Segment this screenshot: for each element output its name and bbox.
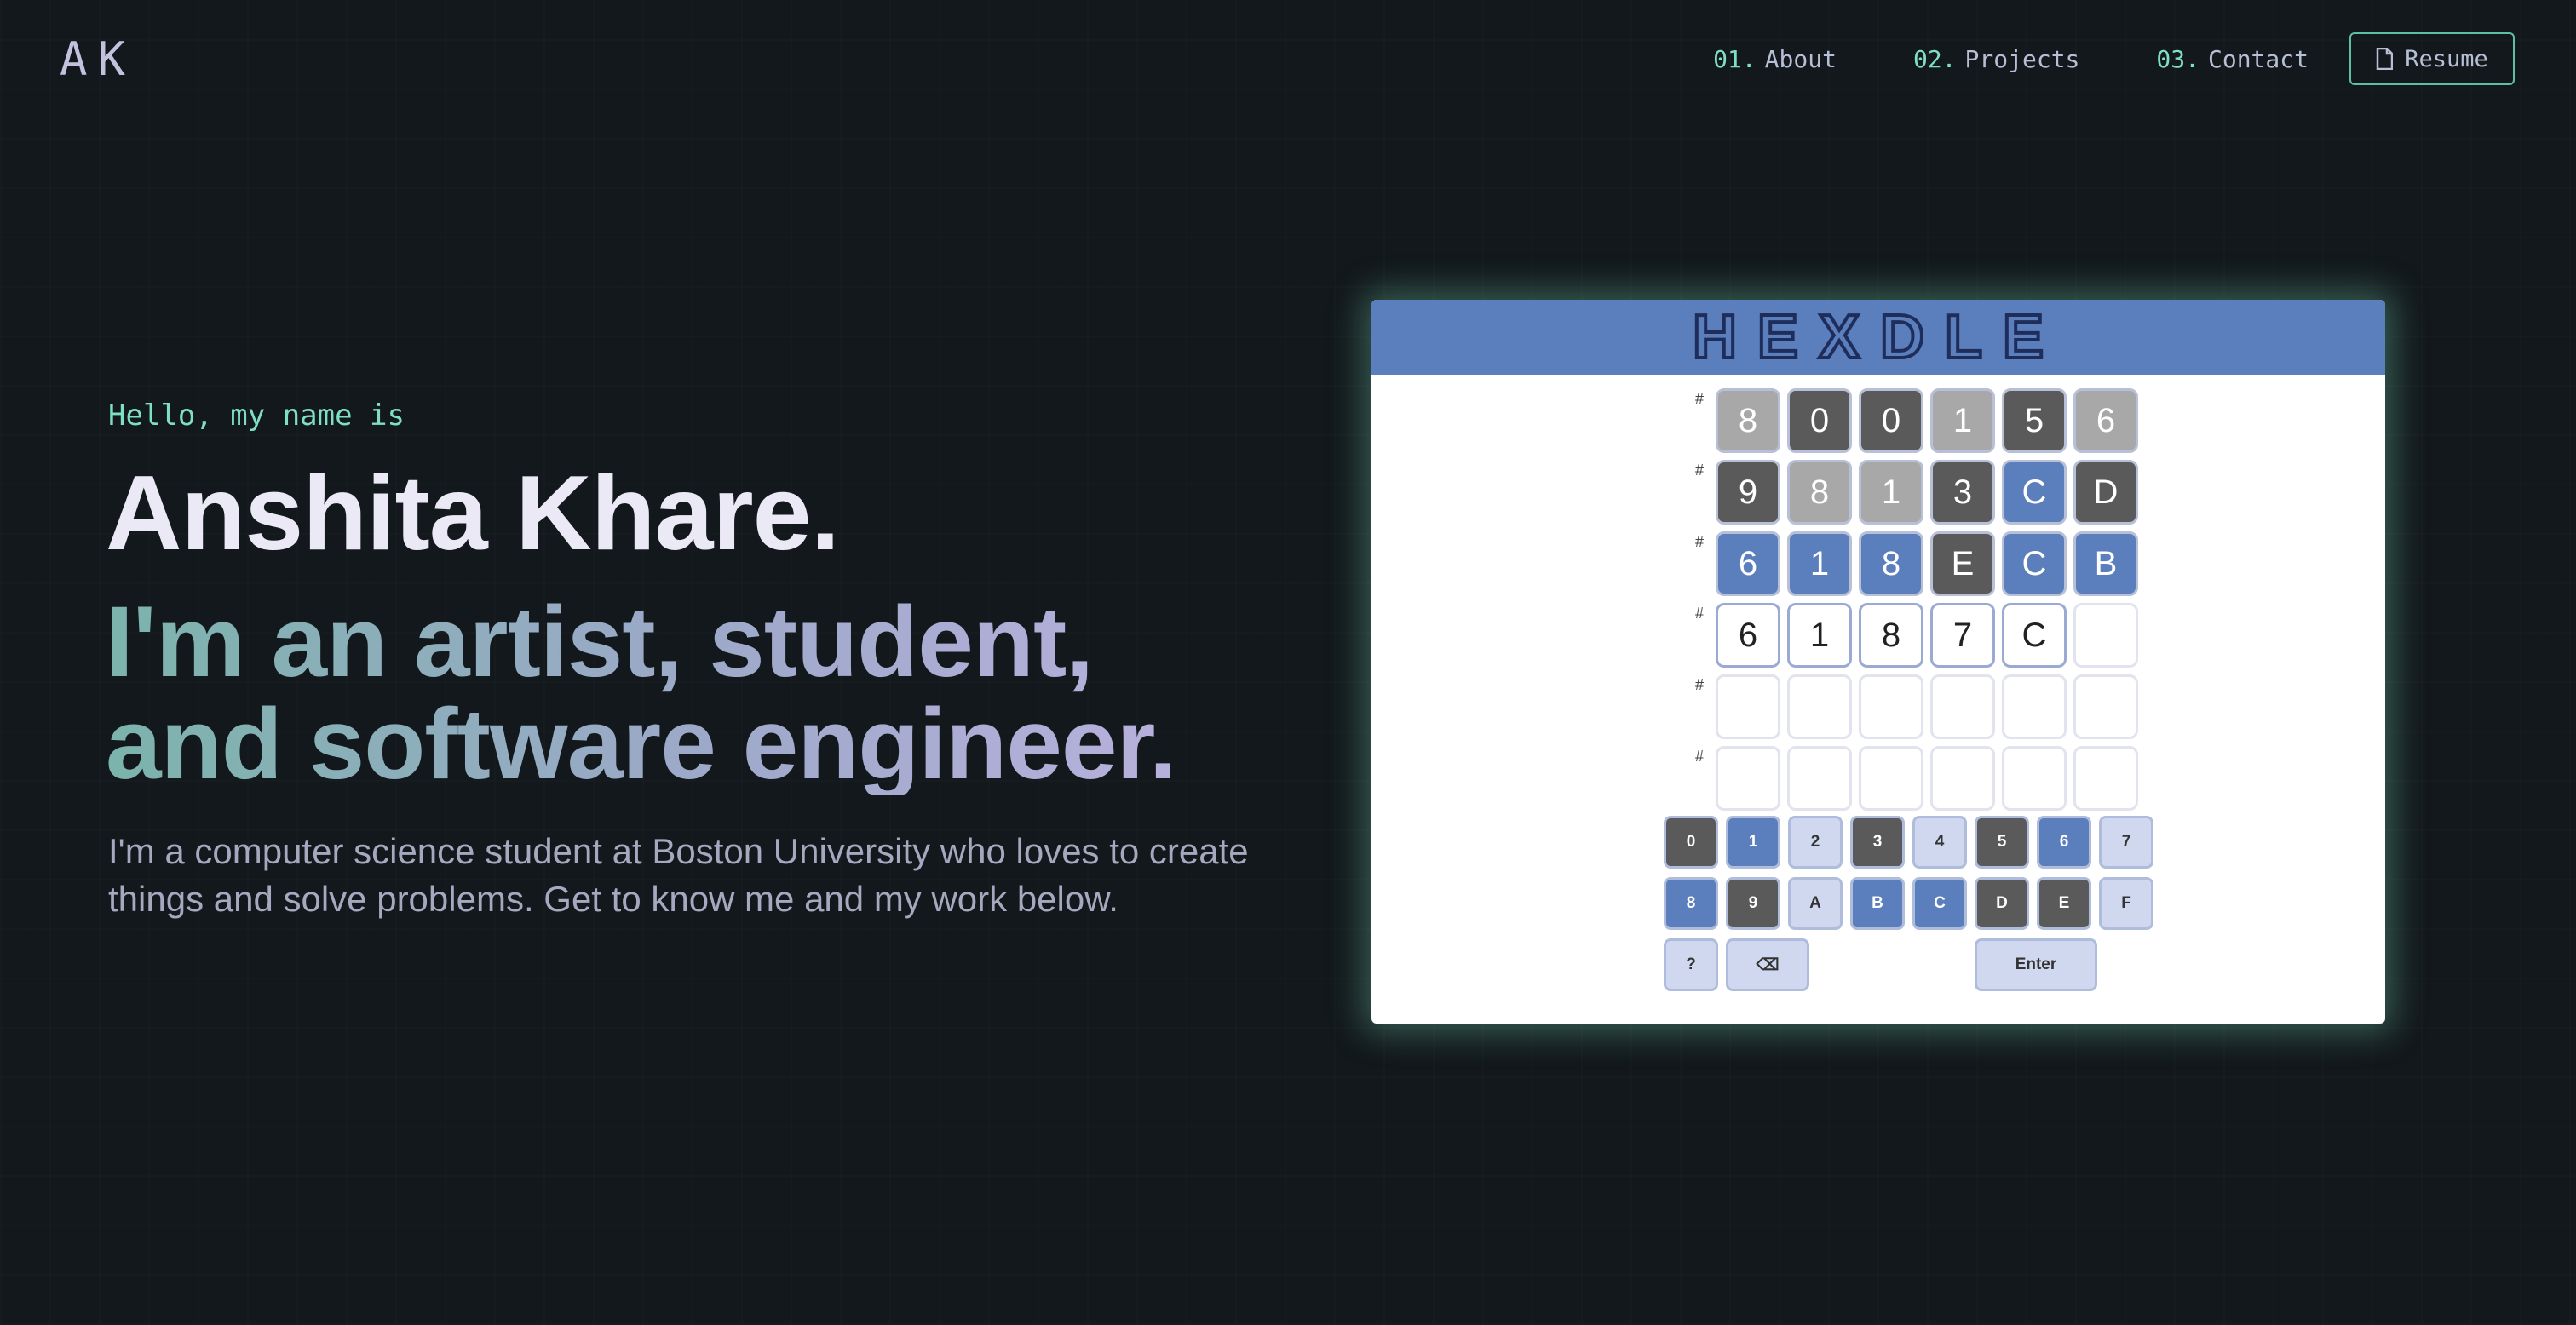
letter-tile: 8 xyxy=(1716,388,1780,453)
keyboard-key[interactable]: B xyxy=(1850,877,1905,930)
nav-number: 02. xyxy=(1912,44,1957,73)
keyboard-key[interactable]: 0 xyxy=(1664,816,1718,869)
letter-tile xyxy=(1787,674,1852,739)
guess-row: #9 8 1 3 C D xyxy=(1695,456,2145,528)
keyboard-key[interactable]: 3 xyxy=(1850,816,1905,869)
keyboard-key[interactable]: 4 xyxy=(1912,816,1967,869)
row-hash: # xyxy=(1695,605,1705,622)
keyboard-key[interactable]: C xyxy=(1912,877,1967,930)
letter-tile: E xyxy=(1930,531,1995,596)
letter-tile: 6 xyxy=(1716,531,1780,596)
letter-tile: C xyxy=(2002,603,2067,668)
letter-tile: 5 xyxy=(2002,388,2067,453)
keyboard-key[interactable]: 1 xyxy=(1726,816,1780,869)
keyboard-key[interactable]: 8 xyxy=(1664,877,1718,930)
letter-tile xyxy=(1930,674,1995,739)
keyboard-key[interactable]: 9 xyxy=(1726,877,1780,930)
letter-tile: 0 xyxy=(1787,388,1852,453)
letter-tile: C xyxy=(2002,460,2067,525)
letter-tile: 1 xyxy=(1787,603,1852,668)
letter-tile: 6 xyxy=(1716,603,1780,668)
hexdle-preview[interactable]: HEXDLE #8 0 0 1 5 6 #9 8 1 3 C D #6 1 8 E C B #6 1 8 7 C # # 012… xyxy=(1371,300,2385,1024)
tagline-line: I'm an artist, student, xyxy=(106,586,1094,698)
greeting: Hello, my name is xyxy=(108,399,405,433)
letter-tile xyxy=(2002,746,2067,811)
enter-key[interactable]: Enter xyxy=(1975,938,2097,991)
tagline-line: and software engineer. xyxy=(106,688,1176,800)
nav-number: 01. xyxy=(1713,44,1757,73)
row-hash: # xyxy=(1695,676,1705,693)
nav-label: Projects xyxy=(1964,44,2080,73)
letter-tile: 1 xyxy=(1859,460,1923,525)
nav-about[interactable]: 01. About xyxy=(1713,45,1837,73)
letter-tile xyxy=(2073,603,2138,668)
letter-tile xyxy=(1716,746,1780,811)
letter-tile: 0 xyxy=(1859,388,1923,453)
guess-row: # xyxy=(1695,671,2145,743)
logo[interactable]: AK xyxy=(60,32,135,86)
help-key[interactable]: ? xyxy=(1664,938,1718,991)
nav-projects[interactable]: 02. Projects xyxy=(1913,45,2079,73)
keyboard-key[interactable]: A xyxy=(1788,877,1843,930)
nav-number: 03. xyxy=(2156,44,2199,73)
letter-tile xyxy=(2073,746,2138,811)
tagline: I'm an artist, student, and software eng… xyxy=(106,591,1341,795)
keyboard-key[interactable]: 5 xyxy=(1975,816,2029,869)
letter-tile: 8 xyxy=(1859,603,1923,668)
letter-tile: 8 xyxy=(1787,460,1852,525)
letter-tile: 1 xyxy=(1787,531,1852,596)
letter-tile: 3 xyxy=(1930,460,1995,525)
backspace-key[interactable]: ⌫ xyxy=(1726,938,1809,991)
page-title: Anshita Khare. xyxy=(106,455,840,572)
letter-tile: 9 xyxy=(1716,460,1780,525)
document-icon xyxy=(2376,48,2394,70)
nav-label: Contact xyxy=(2207,44,2309,73)
letter-tile: C xyxy=(2002,531,2067,596)
letter-tile xyxy=(1859,674,1923,739)
letter-tile: 6 xyxy=(2073,388,2138,453)
keyboard-key[interactable]: D xyxy=(1975,877,2029,930)
letter-tile: 7 xyxy=(1930,603,1995,668)
guess-row: #8 0 0 1 5 6 xyxy=(1695,385,2145,456)
letter-tile: 1 xyxy=(1930,388,1995,453)
guess-row: #6 1 8 E C B xyxy=(1695,528,2145,599)
top-nav: 01. About 02. Projects 03. Contact Resume xyxy=(1713,32,2515,85)
letter-tile xyxy=(2073,674,2138,739)
guess-row: # xyxy=(1695,743,2145,814)
letter-tile xyxy=(2002,674,2067,739)
nav-label: About xyxy=(1764,44,1837,73)
hexdle-keyboard: 01234567 89ABCDEF ? ⌫ Enter xyxy=(1664,816,2161,1000)
letter-tile: 8 xyxy=(1859,531,1923,596)
keyboard-key[interactable]: 7 xyxy=(2099,816,2153,869)
nav-contact[interactable]: 03. Contact xyxy=(2156,45,2309,73)
letter-tile xyxy=(1930,746,1995,811)
hexdle-title: HEXDLE xyxy=(1371,300,2385,375)
row-hash: # xyxy=(1695,462,1705,479)
row-hash: # xyxy=(1695,748,1705,765)
row-hash: # xyxy=(1695,533,1705,550)
keyboard-key[interactable]: 2 xyxy=(1788,816,1843,869)
letter-tile xyxy=(1787,746,1852,811)
resume-label: Resume xyxy=(2405,45,2488,72)
keyboard-key[interactable]: E xyxy=(2037,877,2091,930)
letter-tile xyxy=(1859,746,1923,811)
keyboard-key[interactable]: F xyxy=(2099,877,2153,930)
hexdle-grid: #8 0 0 1 5 6 #9 8 1 3 C D #6 1 8 E C B #6 1 8 7 C # # xyxy=(1695,385,2145,814)
resume-button[interactable]: Resume xyxy=(2349,32,2515,85)
row-hash: # xyxy=(1695,390,1705,407)
letter-tile: B xyxy=(2073,531,2138,596)
letter-tile xyxy=(1716,674,1780,739)
guess-row: #6 1 8 7 C xyxy=(1695,599,2145,671)
keyboard-key[interactable]: 6 xyxy=(2037,816,2091,869)
intro-description: I'm a computer science student at Boston… xyxy=(108,831,1249,919)
letter-tile: D xyxy=(2073,460,2138,525)
